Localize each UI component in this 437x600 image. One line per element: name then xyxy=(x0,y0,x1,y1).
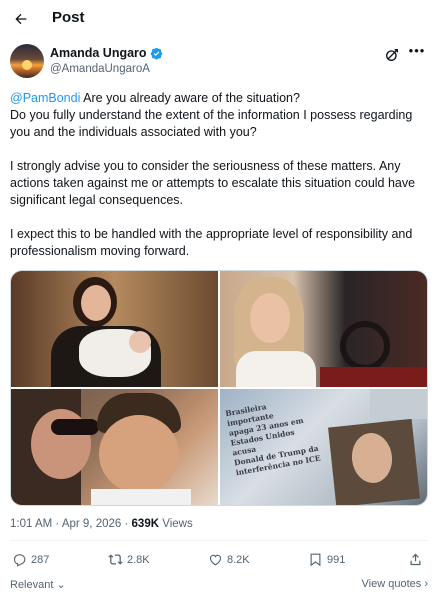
share-icon xyxy=(410,553,421,566)
author-handle[interactable]: @AmandaUngaroA xyxy=(50,63,150,75)
reply-button[interactable]: 287 xyxy=(12,552,49,567)
post-author: Amanda Ungaro @AmandaUngaroA ••• xyxy=(10,44,430,80)
heart-icon xyxy=(209,554,222,566)
post-time[interactable]: 1:01 AM xyxy=(10,518,52,530)
back-arrow-icon[interactable] xyxy=(8,6,34,32)
like-count: 8.2K xyxy=(227,553,250,566)
tweet-line-1: Are you already aware of the situation? xyxy=(80,91,300,105)
bookmark-icon xyxy=(310,553,321,567)
tweet-paragraph-2: I strongly advise you to consider the se… xyxy=(10,159,416,207)
post-header: Post xyxy=(0,0,437,38)
replies-footer: Relevant ⌄ View quotes › xyxy=(10,578,428,594)
views-label: Views xyxy=(162,518,193,530)
tweet-text: @PamBondi Are you already aware of the s… xyxy=(10,90,430,277)
tweet-line-2: Do you fully understand the extent of th… xyxy=(10,108,413,139)
post-meta: 1:01 AM · Apr 9, 2026 · 639K Views xyxy=(10,518,193,530)
grok-icon[interactable] xyxy=(384,47,400,63)
author-name[interactable]: Amanda Ungaro xyxy=(50,46,147,60)
action-bar: 287 2.8K 8.2K 991 xyxy=(10,552,428,572)
view-quotes-label: View quotes xyxy=(361,578,422,590)
photo-newspaper-clipping[interactable]: Brasileira importante apaga 23 anos em E… xyxy=(220,389,427,505)
tweet-paragraph-1: @PamBondi Are you already aware of the s… xyxy=(10,90,430,141)
meta-separator: · xyxy=(55,518,60,530)
reply-count: 287 xyxy=(31,553,50,566)
page-title: Post xyxy=(52,9,85,26)
repost-button[interactable]: 2.8K xyxy=(108,552,150,567)
divider xyxy=(10,540,428,541)
author-name-row[interactable]: Amanda Ungaro xyxy=(50,46,163,60)
chevron-right-icon: › xyxy=(424,578,428,590)
photo-woman-kissing-boy[interactable] xyxy=(11,389,218,505)
share-button[interactable] xyxy=(408,552,423,567)
chevron-down-icon: ⌄ xyxy=(56,579,66,591)
avatar[interactable] xyxy=(10,44,44,78)
sort-label: Relevant xyxy=(10,579,54,591)
meta-separator: · xyxy=(124,518,129,530)
repost-count: 2.8K xyxy=(127,553,150,566)
like-button[interactable]: 8.2K xyxy=(208,552,250,567)
views-count: 639K xyxy=(131,518,160,530)
mention-link[interactable]: @PamBondi xyxy=(10,91,80,105)
view-quotes-link[interactable]: View quotes › xyxy=(362,578,428,590)
media-grid: Brasileira importante apaga 23 anos em E… xyxy=(10,270,428,506)
reply-icon xyxy=(13,554,26,567)
bookmark-count: 991 xyxy=(327,553,346,566)
more-options-icon[interactable]: ••• xyxy=(408,44,426,62)
post-date[interactable]: Apr 9, 2026 xyxy=(62,518,121,530)
sort-dropdown[interactable]: Relevant ⌄ xyxy=(10,578,66,591)
bookmark-button[interactable]: 991 xyxy=(308,552,345,567)
photo-woman-holding-baby[interactable] xyxy=(11,271,218,387)
repost-icon xyxy=(108,554,123,565)
tweet-paragraph-3: I expect this to be handled with the app… xyxy=(10,227,413,258)
photo-woman-driving[interactable] xyxy=(220,271,427,387)
verified-badge-icon xyxy=(150,47,163,60)
